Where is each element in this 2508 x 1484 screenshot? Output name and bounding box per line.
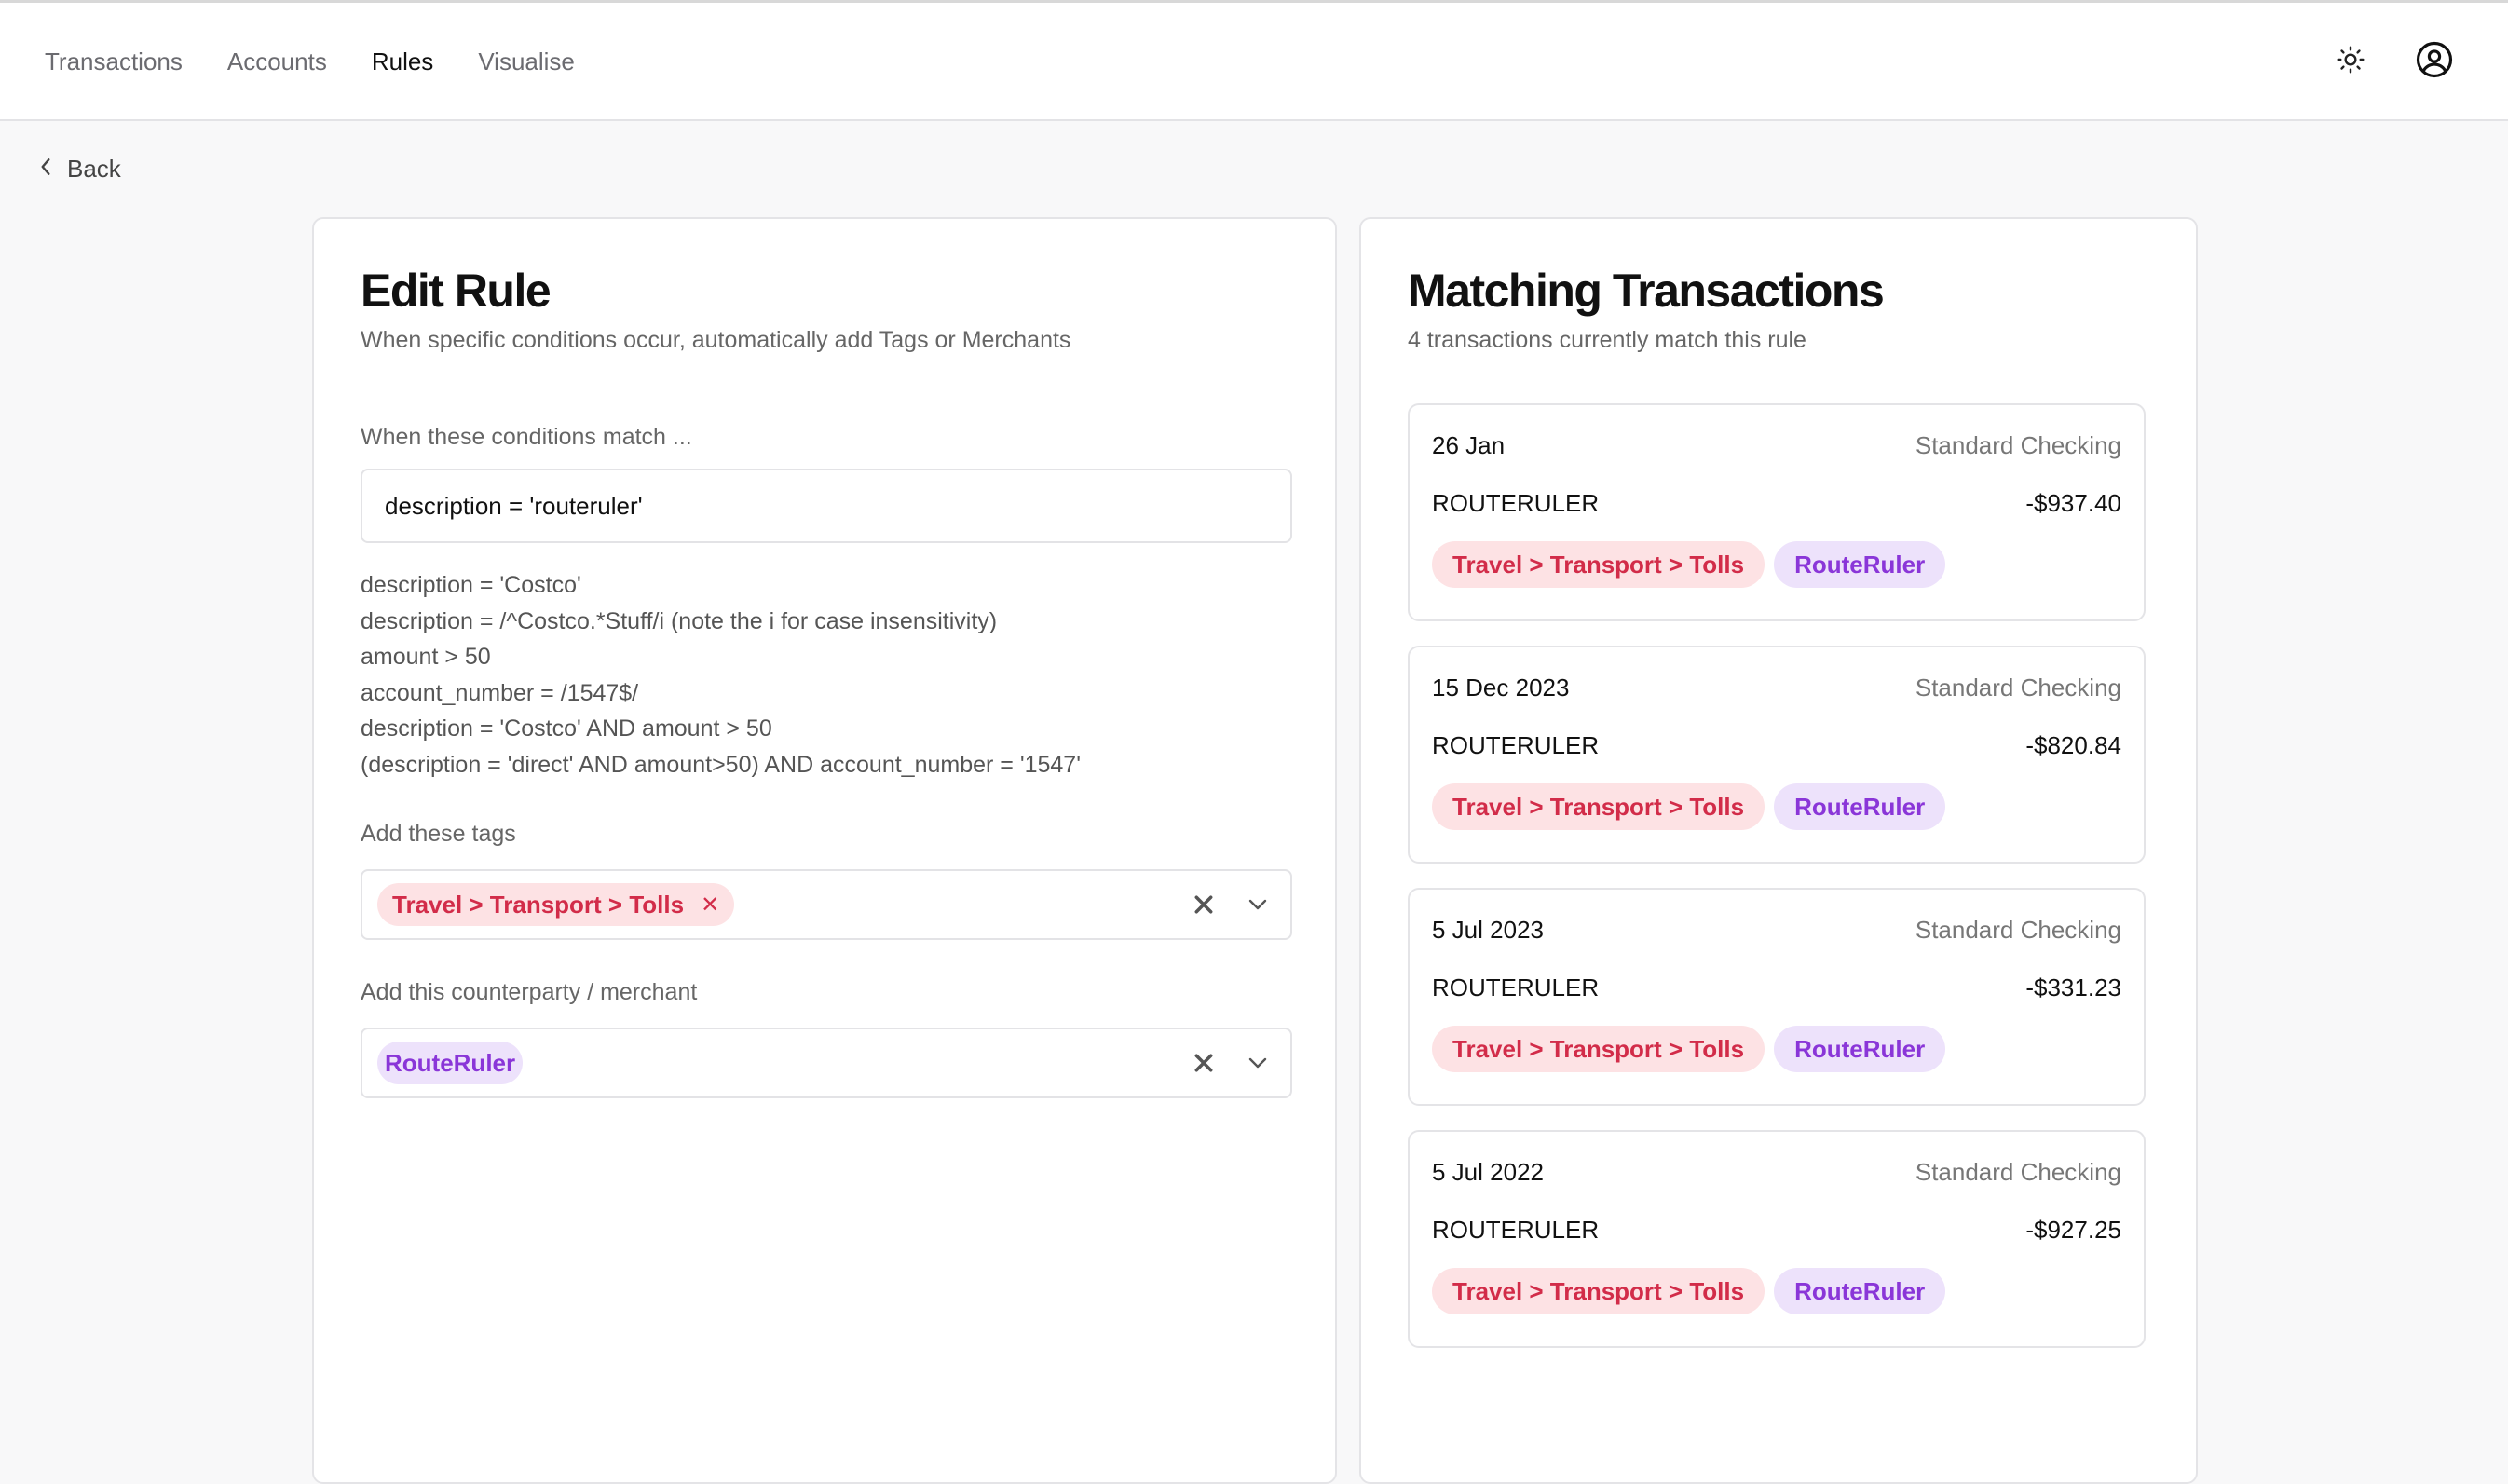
transaction-date: 5 Jul 2022 bbox=[1432, 1158, 1544, 1186]
nav-accounts[interactable]: Accounts bbox=[227, 48, 327, 76]
transaction-amount: -$331.23 bbox=[2025, 973, 2121, 1001]
merchant-pill[interactable]: RouteRuler bbox=[1774, 1026, 1946, 1072]
merchant-pill[interactable]: RouteRuler bbox=[1774, 541, 1946, 588]
conditions-input[interactable]: description = 'routeruler' bbox=[361, 469, 1292, 543]
sun-icon[interactable] bbox=[2329, 38, 2372, 81]
back-label: Back bbox=[67, 155, 121, 183]
back-button[interactable]: Back bbox=[37, 155, 121, 184]
tag-pill[interactable]: Travel > Transport > Tolls bbox=[1432, 1026, 1765, 1072]
example-line: (description = 'direct' AND amount>50) A… bbox=[361, 751, 1081, 778]
tags-select-actions bbox=[1193, 871, 1268, 938]
edit-rule-subtitle: When specific conditions occur, automati… bbox=[361, 327, 1071, 353]
example-line: description = /^Costco.*Stuff/i (note th… bbox=[361, 607, 998, 634]
edit-rule-card: Edit Rule When specific conditions occur… bbox=[312, 217, 1337, 1484]
merchant-select-actions bbox=[1193, 1029, 1268, 1096]
user-circle-icon[interactable] bbox=[2413, 38, 2456, 81]
main-nav: Transactions Accounts Rules Visualise bbox=[45, 48, 575, 76]
tags-label: Add these tags bbox=[361, 821, 516, 847]
header-actions bbox=[2329, 38, 2456, 81]
selected-merchant-chip: RouteRuler bbox=[377, 1042, 524, 1084]
transaction-account: Standard Checking bbox=[1915, 1158, 2121, 1186]
transaction-account: Standard Checking bbox=[1915, 431, 2121, 459]
tag-pill[interactable]: Travel > Transport > Tolls bbox=[1432, 783, 1765, 830]
merchant-label: Add this counterparty / merchant bbox=[361, 979, 698, 1005]
transaction-amount: -$820.84 bbox=[2025, 731, 2121, 759]
selected-tag-label: Travel > Transport > Tolls bbox=[392, 890, 685, 919]
clear-merchant-icon[interactable] bbox=[1193, 1053, 1214, 1073]
example-line: description = 'Costco' AND amount > 50 bbox=[361, 715, 772, 742]
chevron-left-icon bbox=[37, 155, 54, 184]
tag-pill[interactable]: Travel > Transport > Tolls bbox=[1432, 1268, 1765, 1314]
transaction-card[interactable]: 5 Jul 2023 Standard Checking ROUTERULER … bbox=[1408, 888, 2146, 1106]
transaction-amount: -$927.25 bbox=[2025, 1216, 2121, 1244]
tags-select[interactable]: Travel > Transport > Tolls ✕ bbox=[361, 869, 1292, 940]
transaction-account: Standard Checking bbox=[1915, 916, 2121, 944]
transaction-tags: Travel > Transport > Tolls RouteRuler bbox=[1432, 1026, 1946, 1072]
selected-tag-chip: Travel > Transport > Tolls ✕ bbox=[377, 883, 735, 926]
merchant-pill[interactable]: RouteRuler bbox=[1774, 1268, 1946, 1314]
merchant-select[interactable]: RouteRuler bbox=[361, 1028, 1292, 1098]
transaction-tags: Travel > Transport > Tolls RouteRuler bbox=[1432, 541, 1946, 588]
transaction-tags: Travel > Transport > Tolls RouteRuler bbox=[1432, 1268, 1946, 1314]
transaction-card[interactable]: 26 Jan Standard Checking ROUTERULER -$93… bbox=[1408, 403, 2146, 621]
transaction-card[interactable]: 15 Dec 2023 Standard Checking ROUTERULER… bbox=[1408, 646, 2146, 864]
example-line: account_number = /1547$/ bbox=[361, 679, 639, 706]
transaction-description: ROUTERULER bbox=[1432, 489, 1600, 517]
transaction-amount: -$937.40 bbox=[2025, 489, 2121, 517]
matching-subtitle: 4 transactions currently match this rule bbox=[1408, 327, 1806, 353]
matching-title: Matching Transactions bbox=[1408, 265, 1885, 317]
tag-pill[interactable]: Travel > Transport > Tolls bbox=[1432, 541, 1765, 588]
chevron-down-icon[interactable] bbox=[1247, 1056, 1268, 1069]
example-line: description = 'Costco' bbox=[361, 572, 581, 598]
top-navigation-bar: Transactions Accounts Rules Visualise bbox=[0, 0, 2508, 121]
transaction-date: 15 Dec 2023 bbox=[1432, 674, 1570, 701]
nav-rules[interactable]: Rules bbox=[372, 48, 433, 76]
transaction-description: ROUTERULER bbox=[1432, 973, 1600, 1001]
merchant-pill[interactable]: RouteRuler bbox=[1774, 783, 1946, 830]
edit-rule-title: Edit Rule bbox=[361, 265, 552, 317]
matching-transactions-card: Matching Transactions 4 transactions cur… bbox=[1359, 217, 2198, 1484]
condition-examples: description = 'Costco' description = /^C… bbox=[361, 567, 1081, 783]
transaction-date: 5 Jul 2023 bbox=[1432, 916, 1544, 944]
example-line: amount > 50 bbox=[361, 644, 491, 670]
transaction-description: ROUTERULER bbox=[1432, 731, 1600, 759]
conditions-label: When these conditions match ... bbox=[361, 424, 692, 450]
remove-tag-icon[interactable]: ✕ bbox=[701, 892, 719, 919]
transaction-description: ROUTERULER bbox=[1432, 1216, 1600, 1244]
transaction-date: 26 Jan bbox=[1432, 431, 1506, 459]
nav-transactions[interactable]: Transactions bbox=[45, 48, 183, 76]
transaction-card[interactable]: 5 Jul 2022 Standard Checking ROUTERULER … bbox=[1408, 1130, 2146, 1348]
transaction-account: Standard Checking bbox=[1915, 674, 2121, 701]
chevron-down-icon[interactable] bbox=[1247, 898, 1268, 911]
transaction-tags: Travel > Transport > Tolls RouteRuler bbox=[1432, 783, 1946, 830]
clear-tags-icon[interactable] bbox=[1193, 894, 1214, 915]
nav-visualise[interactable]: Visualise bbox=[478, 48, 575, 76]
